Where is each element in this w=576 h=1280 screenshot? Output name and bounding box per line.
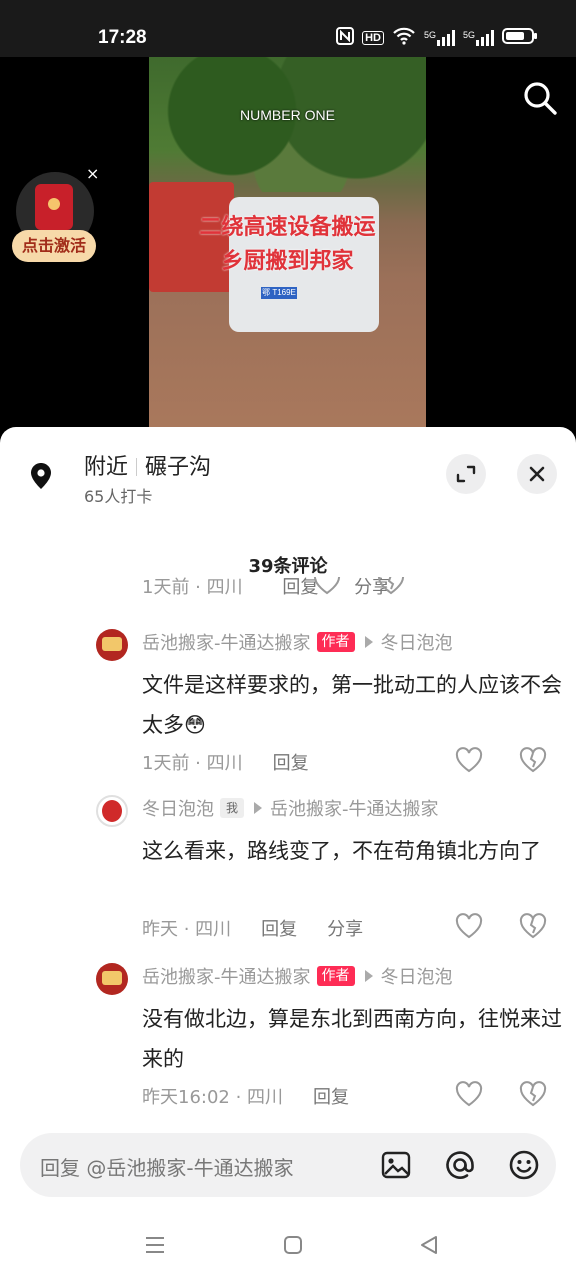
collapse-icon (456, 465, 476, 483)
reply-arrow-icon (254, 802, 263, 814)
comment-meta: 昨天 · 四川 回复 分享 (142, 915, 363, 941)
video-caption-line2: 乡厨搬到邦家 (221, 249, 354, 274)
broken-heart-icon[interactable] (518, 745, 548, 775)
signal-2-icon: 5G (462, 29, 494, 46)
broken-heart-icon[interactable] (518, 911, 548, 941)
heart-icon[interactable] (312, 577, 342, 597)
comment-meta: 1天前 · 四川 回复 (142, 749, 309, 775)
collapse-button[interactable] (446, 454, 486, 494)
heart-icon[interactable] (454, 911, 484, 941)
author-tag: 作者 (316, 966, 355, 986)
comment-count: 39条评论 (248, 556, 328, 577)
partial-comment-meta: 1天前 · 四川 回复 分享 (142, 577, 390, 601)
heart-icon[interactable] (454, 745, 484, 775)
reply-button[interactable]: 回复 (313, 1087, 349, 1108)
heart-icon[interactable] (454, 1079, 484, 1109)
home-nav-icon[interactable] (282, 1234, 304, 1256)
video-caption-top: NUMBER ONE (240, 107, 335, 123)
comment-item: 冬日泡泡 我 岳池搬家-牛通达搬家 这么看来，路线变了，不在苟角镇北方向了 昨天… (0, 795, 576, 945)
close-icon (529, 466, 545, 482)
status-icons: HD 5G 5G (336, 27, 538, 48)
reply-button[interactable]: 回复 (261, 919, 297, 940)
comment-header: 岳池搬家-牛通达搬家 作者 冬日泡泡 (142, 963, 453, 989)
location-name: 碾子沟 (145, 455, 212, 480)
network-type-1: 5G (423, 29, 436, 40)
status-time: 17:28 (98, 27, 147, 48)
location-prefix: 附近 (84, 455, 129, 480)
reply-arrow-icon (364, 636, 373, 648)
broken-heart-icon[interactable] (376, 577, 406, 597)
back-nav-icon[interactable] (418, 1234, 440, 1256)
menu-nav-icon[interactable] (144, 1234, 166, 1256)
comment-time: 昨天16:02 · 四川 (142, 1087, 284, 1108)
reply-to-user[interactable]: 岳池搬家-牛通达搬家 (270, 795, 439, 821)
battery-icon (502, 27, 538, 48)
comment-item: 岳池搬家-牛通达搬家 作者 冬日泡泡 没有做北边，算是东北到西南方向，往悦来过来… (0, 963, 576, 1113)
comment-time: 昨天 · 四川 (142, 919, 232, 940)
nfc-icon (336, 27, 355, 48)
reply-to-user[interactable]: 冬日泡泡 (381, 629, 453, 655)
author-tag: 作者 (316, 632, 355, 652)
reply-button[interactable]: 回复 (273, 753, 309, 774)
comment-text: 这么看来，路线变了，不在苟角镇北方向了 (142, 839, 541, 863)
video-player[interactable]: 鄂 T169E NUMBER ONE 二绕高速设备搬运 乡厨搬到邦家 (149, 57, 426, 427)
image-icon[interactable] (380, 1149, 412, 1181)
broken-heart-icon[interactable] (518, 1079, 548, 1109)
location-pin-icon (26, 461, 56, 491)
hd-icon: HD (362, 30, 384, 45)
system-nav-bar (0, 1230, 576, 1260)
reply-input[interactable]: 回复 @岳池搬家-牛通达搬家 (40, 1152, 294, 1181)
comment-time: 1天前 · 四川 (142, 753, 243, 774)
share-button[interactable]: 分享 (327, 919, 363, 940)
search-icon[interactable] (522, 80, 558, 116)
red-envelope-icon (35, 184, 73, 230)
location-checkins: 65人打卡 (84, 487, 153, 506)
avatar[interactable] (96, 795, 128, 827)
comment-meta: 昨天16:02 · 四川 回复 (142, 1083, 349, 1109)
comment-user[interactable]: 岳池搬家-牛通达搬家 (142, 963, 311, 989)
comment-text: 文件是这样要求的，第一批动工的人应该不会太多😳 (142, 673, 562, 737)
comment-item: 岳池搬家-牛通达搬家 作者 冬日泡泡 文件是这样要求的，第一批动工的人应该不会太… (0, 629, 576, 779)
comment-user[interactable]: 岳池搬家-牛通达搬家 (142, 629, 311, 655)
red-packet-widget[interactable]: 点击激活 (12, 172, 96, 262)
network-type-2: 5G (462, 29, 475, 40)
red-packet-close-icon[interactable]: × (86, 164, 99, 183)
signal-1-icon: 5G (423, 29, 455, 46)
wifi-icon (392, 27, 416, 48)
avatar[interactable] (96, 963, 128, 995)
video-plate: 鄂 T169E (261, 287, 297, 299)
close-sheet-button[interactable] (517, 454, 557, 494)
reply-arrow-icon (364, 970, 373, 982)
comment-text: 没有做北边，算是东北到西南方向，往悦来过来的 (142, 1007, 562, 1071)
status-bar: 17:28 HD 5G 5G (0, 0, 576, 57)
at-icon[interactable] (444, 1149, 476, 1181)
emoji-icon[interactable] (508, 1149, 540, 1181)
video-caption-line1: 二绕高速设备搬运 (199, 215, 376, 240)
red-packet-activate[interactable]: 点击激活 (12, 230, 96, 262)
reply-input-bar[interactable]: 回复 @岳池搬家-牛通达搬家 (20, 1133, 556, 1197)
comment-user[interactable]: 冬日泡泡 (142, 795, 214, 821)
comment-list[interactable]: 1天前 · 四川 回复 分享 岳池搬家-牛通达搬家 作者 冬日泡泡 文件是这样要… (0, 577, 576, 1117)
avatar[interactable] (96, 629, 128, 661)
reply-to-user[interactable]: 冬日泡泡 (381, 963, 453, 989)
comment-header: 冬日泡泡 我 岳池搬家-牛通达搬家 (142, 795, 439, 821)
comment-header: 岳池搬家-牛通达搬家 作者 冬日泡泡 (142, 629, 453, 655)
location-title[interactable]: 附近 碾子沟 (84, 449, 211, 481)
location-divider (136, 458, 138, 476)
video-scenery (149, 57, 426, 192)
partial-meta: 1天前 · 四川 (142, 577, 243, 598)
me-tag: 我 (220, 798, 245, 818)
